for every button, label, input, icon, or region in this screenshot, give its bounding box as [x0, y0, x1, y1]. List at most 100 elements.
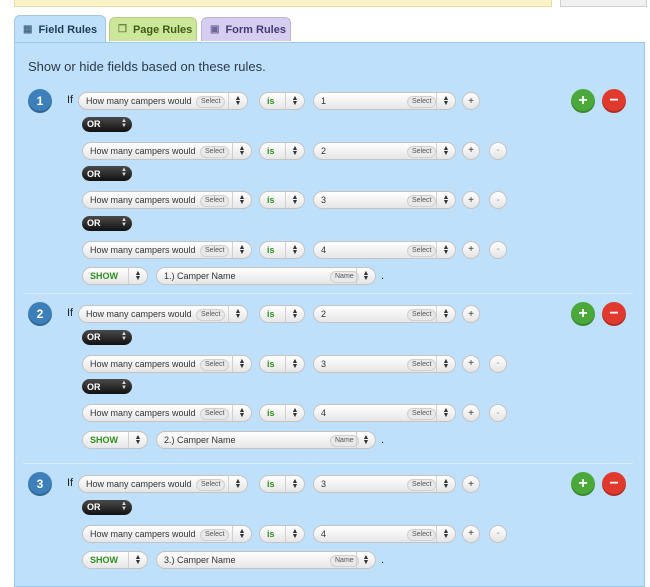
condition-value-select[interactable]: 1 Select ▲ ▼ — [313, 92, 456, 110]
rule-separator — [23, 463, 633, 464]
or-toggle[interactable]: OR ▲ ▼ — [82, 499, 132, 515]
add-condition-button[interactable]: + — [462, 524, 480, 543]
remove-condition-button[interactable]: - — [489, 404, 507, 422]
rule-separator — [23, 293, 633, 294]
up-down-arrows-icon: ▲ ▼ — [436, 306, 455, 322]
condition-value-select[interactable]: 4 Select ▲ ▼ — [313, 524, 456, 543]
tab-field-rules[interactable]: ▦ Field Rules — [14, 15, 106, 43]
add-condition-button[interactable]: + — [462, 92, 480, 110]
condition-operator-select[interactable]: is ▲ ▼ — [259, 141, 305, 160]
or-toggle[interactable]: OR ▲ ▼ — [82, 329, 132, 345]
up-down-arrows-icon: ▲ ▼ — [285, 405, 304, 421]
or-toggle[interactable]: OR ▲ ▼ — [82, 166, 132, 181]
add-condition-button[interactable]: + — [462, 404, 480, 422]
add-condition-button[interactable]: + — [462, 141, 480, 160]
condition-value-select-text: 3 — [321, 479, 327, 489]
action-select[interactable]: SHOW ▲ ▼ — [82, 430, 148, 449]
or-toggle[interactable]: OR ▲ ▼ — [82, 379, 132, 394]
tab-form-rules[interactable]: ▣ Form Rules — [201, 17, 291, 41]
remove-rule-button[interactable]: − — [602, 472, 626, 496]
condition-value-select[interactable]: 2 Select ▲ ▼ — [313, 305, 456, 323]
add-rule-button[interactable]: + — [571, 89, 595, 113]
top-bar — [0, 0, 650, 8]
condition-value-select-text: 3 — [321, 195, 327, 205]
add-condition-button[interactable]: + — [462, 191, 480, 209]
up-down-arrows-icon: ▲ ▼ — [232, 355, 251, 372]
form-icon: ▣ — [210, 24, 220, 35]
condition-operator-select-text: is — [267, 358, 275, 369]
condition-value-select[interactable]: 3 Select ▲ ▼ — [313, 475, 456, 493]
or-toggle[interactable]: OR ▲ ▼ — [82, 215, 132, 231]
condition-operator-select[interactable]: is ▲ ▼ — [259, 475, 305, 493]
remove-condition-button[interactable]: - — [489, 141, 507, 160]
tab-label: Field Rules — [38, 23, 98, 36]
condition-field-select-text: How many campers would — [86, 479, 192, 489]
add-condition-button[interactable]: + — [462, 475, 480, 493]
condition-field-select[interactable]: How many campers would Select ▲ ▼ — [82, 191, 252, 209]
condition-operator-select[interactable]: is ▲ ▼ — [259, 524, 305, 543]
condition-value-select-badge: Select — [407, 358, 437, 371]
condition-value-select-text: 4 — [321, 408, 327, 418]
condition-operator-select[interactable]: is ▲ ▼ — [259, 404, 305, 422]
condition-operator-select-text: is — [267, 479, 275, 489]
up-down-arrows-icon: ▲ ▼ — [436, 142, 455, 159]
period: . — [381, 433, 385, 446]
condition-value-select-badge: Select — [407, 408, 437, 420]
up-down-arrows-icon: ▲ ▼ — [128, 552, 147, 568]
up-down-arrows-icon: ▲ ▼ — [228, 93, 247, 109]
remove-condition-button[interactable]: - — [489, 354, 507, 373]
condition-value-select[interactable]: 4 Select ▲ ▼ — [313, 240, 456, 259]
up-down-arrows-icon: ▲ ▼ — [232, 142, 251, 159]
action-select[interactable]: SHOW ▲ ▼ — [82, 267, 148, 285]
condition-field-select[interactable]: How many campers would Select ▲ ▼ — [82, 524, 252, 543]
remove-condition-button[interactable]: - — [489, 524, 507, 543]
condition-field-select[interactable]: How many campers would Select ▲ ▼ — [82, 240, 252, 259]
condition-field-select-badge: Select — [200, 244, 230, 257]
condition-operator-select[interactable]: is ▲ ▼ — [259, 191, 305, 209]
tab-page-rules[interactable]: ❐ Page Rules — [109, 17, 197, 41]
list-icon: ▦ — [23, 24, 33, 35]
remove-condition-button[interactable]: - — [489, 191, 507, 209]
condition-operator-select[interactable]: is ▲ ▼ — [259, 305, 305, 323]
action-select[interactable]: SHOW ▲ ▼ — [82, 551, 148, 569]
condition-field-select[interactable]: How many campers would Select ▲ ▼ — [78, 92, 248, 110]
up-down-arrows-icon: ▲ ▼ — [285, 142, 304, 159]
condition-field-select[interactable]: How many campers would Select ▲ ▼ — [82, 354, 252, 373]
top-button-strip[interactable] — [560, 0, 647, 7]
field-rules-panel: Show or hide fields based on these rules… — [14, 42, 645, 587]
add-rule-button[interactable]: + — [571, 302, 595, 326]
condition-value-select[interactable]: 3 Select ▲ ▼ — [313, 354, 456, 373]
condition-value-select[interactable]: 4 Select ▲ ▼ — [313, 404, 456, 422]
or-toggle[interactable]: OR ▲ ▼ — [82, 116, 132, 132]
up-down-arrows-icon: ▲ ▼ — [232, 525, 251, 542]
condition-operator-select[interactable]: is ▲ ▼ — [259, 354, 305, 373]
condition-field-select[interactable]: How many campers would Select ▲ ▼ — [78, 475, 248, 493]
remove-rule-button[interactable]: − — [602, 302, 626, 326]
target-field-select[interactable]: 2.) Camper Name Name ▲ ▼ — [156, 430, 376, 449]
condition-field-select-badge: Select — [200, 195, 230, 207]
condition-value-select-badge: Select — [407, 244, 437, 257]
condition-operator-select-text: is — [267, 96, 275, 106]
add-condition-button[interactable]: + — [462, 354, 480, 373]
target-field-select-badge: Name — [330, 271, 359, 283]
or-label: OR — [87, 168, 101, 179]
target-field-select[interactable]: 1.) Camper Name Name ▲ ▼ — [156, 267, 376, 285]
condition-field-select-text: How many campers would — [86, 96, 192, 106]
condition-field-select-badge: Select — [196, 309, 226, 321]
remove-rule-button[interactable]: − — [602, 89, 626, 113]
condition-operator-select-text: is — [267, 309, 275, 319]
condition-field-select-text: How many campers would — [90, 408, 196, 418]
condition-field-select[interactable]: How many campers would Select ▲ ▼ — [78, 305, 248, 323]
target-field-select[interactable]: 3.) Camper Name Name ▲ ▼ — [156, 551, 376, 569]
condition-operator-select[interactable]: is ▲ ▼ — [259, 92, 305, 110]
condition-field-select[interactable]: How many campers would Select ▲ ▼ — [82, 141, 252, 160]
condition-value-select[interactable]: 2 Select ▲ ▼ — [313, 141, 456, 160]
remove-condition-button[interactable]: - — [489, 240, 507, 259]
add-condition-button[interactable]: + — [462, 240, 480, 259]
add-condition-button[interactable]: + — [462, 305, 480, 323]
condition-field-select[interactable]: How many campers would Select ▲ ▼ — [82, 404, 252, 422]
up-down-arrows-icon: ▲ ▼ — [232, 241, 251, 258]
condition-value-select[interactable]: 3 Select ▲ ▼ — [313, 191, 456, 209]
add-rule-button[interactable]: + — [571, 472, 595, 496]
condition-operator-select[interactable]: is ▲ ▼ — [259, 240, 305, 259]
